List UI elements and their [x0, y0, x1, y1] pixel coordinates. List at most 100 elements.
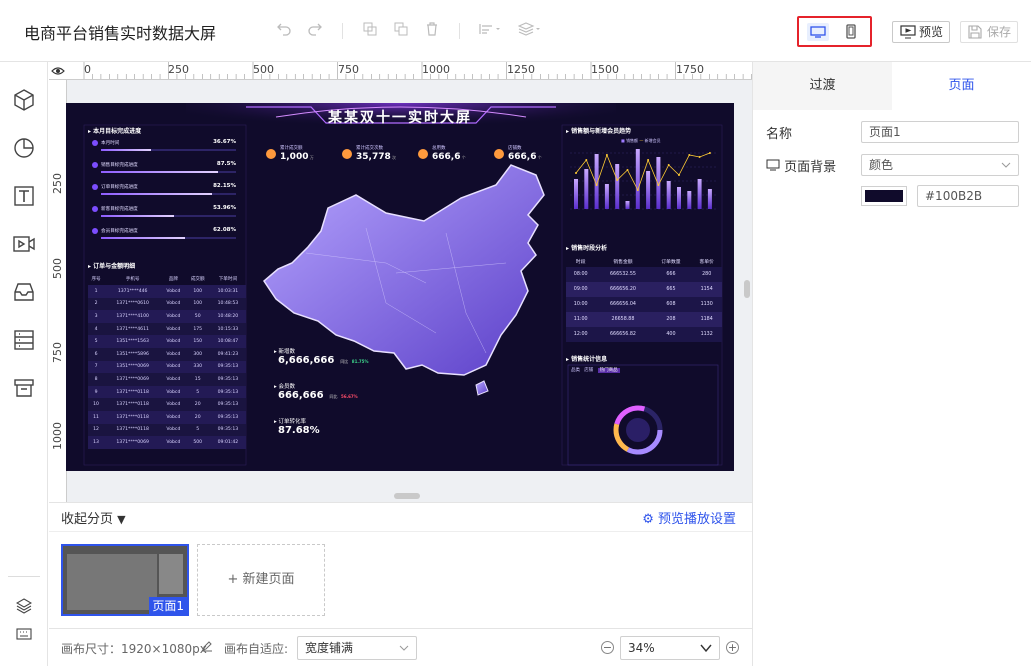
preview-settings-button[interactable]: ⚙ 预览播放设置	[642, 508, 736, 527]
table-cell: 208	[666, 317, 676, 322]
zoom-in-icon[interactable]: +	[726, 641, 739, 654]
redo-icon[interactable]	[306, 22, 324, 40]
tab-transition[interactable]: 过渡	[753, 62, 892, 110]
ruler-mark: 1000	[422, 63, 450, 76]
inbox-icon[interactable]	[12, 280, 36, 304]
table-cell: 09:35:13	[217, 427, 239, 433]
trend-point	[667, 164, 670, 166]
table-cell: 280	[702, 272, 712, 277]
table-cell: 10:15:33	[217, 326, 239, 332]
save-button[interactable]: 保存	[960, 21, 1019, 43]
stats-tab[interactable]: 热门商品	[597, 368, 620, 373]
chevron-down-icon	[399, 645, 409, 651]
background-type-select[interactable]: 颜色	[861, 154, 1019, 176]
zoom-value: 34%	[628, 641, 655, 655]
archive-icon[interactable]	[12, 376, 36, 400]
collapse-pages-button[interactable]: 收起分页 ▼	[61, 508, 126, 527]
zoom-out-icon[interactable]: −	[601, 641, 614, 654]
table-row: 12 1371****0118 Vobcd 5 09:35:13	[88, 423, 246, 437]
map-stats: ▸ 新增数 6,666,666 同比 81.75% ▸ 会员数 666,666 同比…	[274, 347, 414, 452]
stats-tab[interactable]: 店铺	[584, 368, 593, 373]
mobile-view-icon[interactable]	[840, 23, 862, 41]
table-row: 1 1371****446 Vobcd 100 10:03:31	[88, 285, 246, 298]
3d-cube-icon[interactable]	[12, 88, 36, 112]
dashboard-title: 某某双十一实时大屏	[328, 110, 472, 126]
canvas-area[interactable]: 0 250 500 750 1000 1250 1500 1750 250 50…	[49, 62, 752, 502]
table-cell: 400	[666, 332, 676, 337]
period-header-cell: 销售金额	[613, 259, 633, 265]
target-percent: 53.96%	[213, 205, 236, 211]
table-row: 10:00 666656.04 608 1130	[566, 297, 722, 312]
trend-bar	[707, 189, 712, 209]
edit-size-icon[interactable]	[201, 640, 213, 655]
panel-tabs: 过渡 页面	[753, 62, 1031, 110]
table-cell: 1371****0069	[116, 376, 149, 382]
ruler-mark: 500	[51, 258, 64, 279]
page-thumbnail[interactable]: 页面1	[61, 544, 189, 616]
vertical-ruler: 250 500 750 1000	[49, 80, 67, 502]
target-name: 订单目标完成进度	[101, 185, 138, 190]
pie-chart-icon[interactable]	[12, 136, 36, 160]
preview-button[interactable]: 预览	[892, 21, 951, 43]
keyboard-icon[interactable]	[16, 626, 32, 642]
orders-header-cell: 下单时间	[218, 277, 238, 282]
table-cell: 500	[193, 439, 203, 445]
table-cell: 8	[94, 376, 98, 382]
desktop-view-icon[interactable]	[807, 23, 829, 41]
kpi-icon	[342, 149, 352, 159]
table-cell: 12:00	[573, 332, 588, 337]
kpi-card: 总用数 666,6 个	[418, 145, 490, 169]
table-cell: Vobcd	[166, 376, 181, 382]
table-cell: 175	[193, 326, 203, 332]
table-cell: 1371****0118	[116, 427, 149, 433]
horizontal-scrollbar[interactable]	[394, 493, 420, 499]
eye-icon[interactable]	[51, 65, 65, 77]
page-panel: 收起分页 ▼ ⚙ 预览播放设置 页面1 + 新建页面	[49, 502, 752, 628]
stats-tab[interactable]: 品类	[571, 368, 580, 373]
kpi-label: 累计成交次数	[356, 146, 383, 151]
trend-bar	[666, 181, 671, 209]
table-cell: Vobcd	[166, 364, 181, 370]
video-icon[interactable]	[12, 232, 36, 256]
target-item: 会员目标完成进度 62.08%	[92, 227, 240, 249]
period-header-cell: 订单数量	[661, 259, 681, 265]
undo-icon[interactable]	[275, 22, 293, 40]
align-dropdown-icon[interactable]	[478, 22, 502, 40]
table-cell: 10:08:47	[217, 339, 239, 345]
ruler-mark: 1500	[591, 63, 619, 76]
kpi-card: 累计成交次数 35,778 次	[342, 145, 414, 169]
table-cell: 3	[94, 313, 98, 319]
dashboard-canvas[interactable]: 某某双十一实时大屏 ▸ 本月目标完成进度 本月时间 36.67% 销售目标完成进…	[66, 103, 734, 471]
zoom-select[interactable]: 34%	[620, 636, 720, 660]
target-dot	[92, 140, 98, 146]
paste-icon[interactable]	[392, 22, 410, 40]
gear-icon: ⚙	[642, 512, 654, 527]
map-stat-label: ▸ 新增数	[274, 349, 296, 355]
map-stat: ▸ 订单转化率 87.68%	[274, 417, 414, 452]
table-icon[interactable]	[12, 328, 36, 352]
color-hex-input[interactable]: #100B2B	[917, 185, 1019, 207]
background-label: 页面背景	[766, 156, 836, 175]
copy-icon[interactable]	[361, 22, 379, 40]
target-name: 会员目标完成进度	[101, 229, 138, 234]
page-name-input[interactable]: 页面1	[861, 121, 1019, 143]
text-icon[interactable]	[12, 184, 36, 208]
vertical-scrollbar[interactable]	[744, 280, 750, 298]
table-cell: 666532.55	[609, 272, 636, 277]
table-row: 11:00 26658.88 208 1184	[566, 312, 722, 327]
layer-dropdown-icon[interactable]	[517, 22, 542, 40]
table-cell: 9	[94, 389, 98, 395]
layers-icon[interactable]	[15, 598, 33, 614]
kpi-value: 666,6 个	[508, 152, 542, 162]
target-dot	[92, 228, 98, 234]
period-table: 时段 销售金额 订单数量 客单价 08:00 666532.55 666 280 09:00 66…	[566, 255, 722, 342]
fit-select[interactable]: 宽度铺满	[297, 636, 417, 660]
table-cell: 09:35:13	[217, 389, 239, 395]
color-swatch[interactable]	[861, 186, 907, 206]
table-cell: 10	[93, 402, 99, 408]
delete-icon[interactable]	[423, 22, 441, 40]
trend-bar	[697, 179, 702, 209]
top-toolbar: 电商平台销售实时数据大屏 预览 保存	[0, 0, 1031, 62]
new-page-button[interactable]: + 新建页面	[197, 544, 325, 616]
tab-page[interactable]: 页面	[892, 62, 1031, 110]
